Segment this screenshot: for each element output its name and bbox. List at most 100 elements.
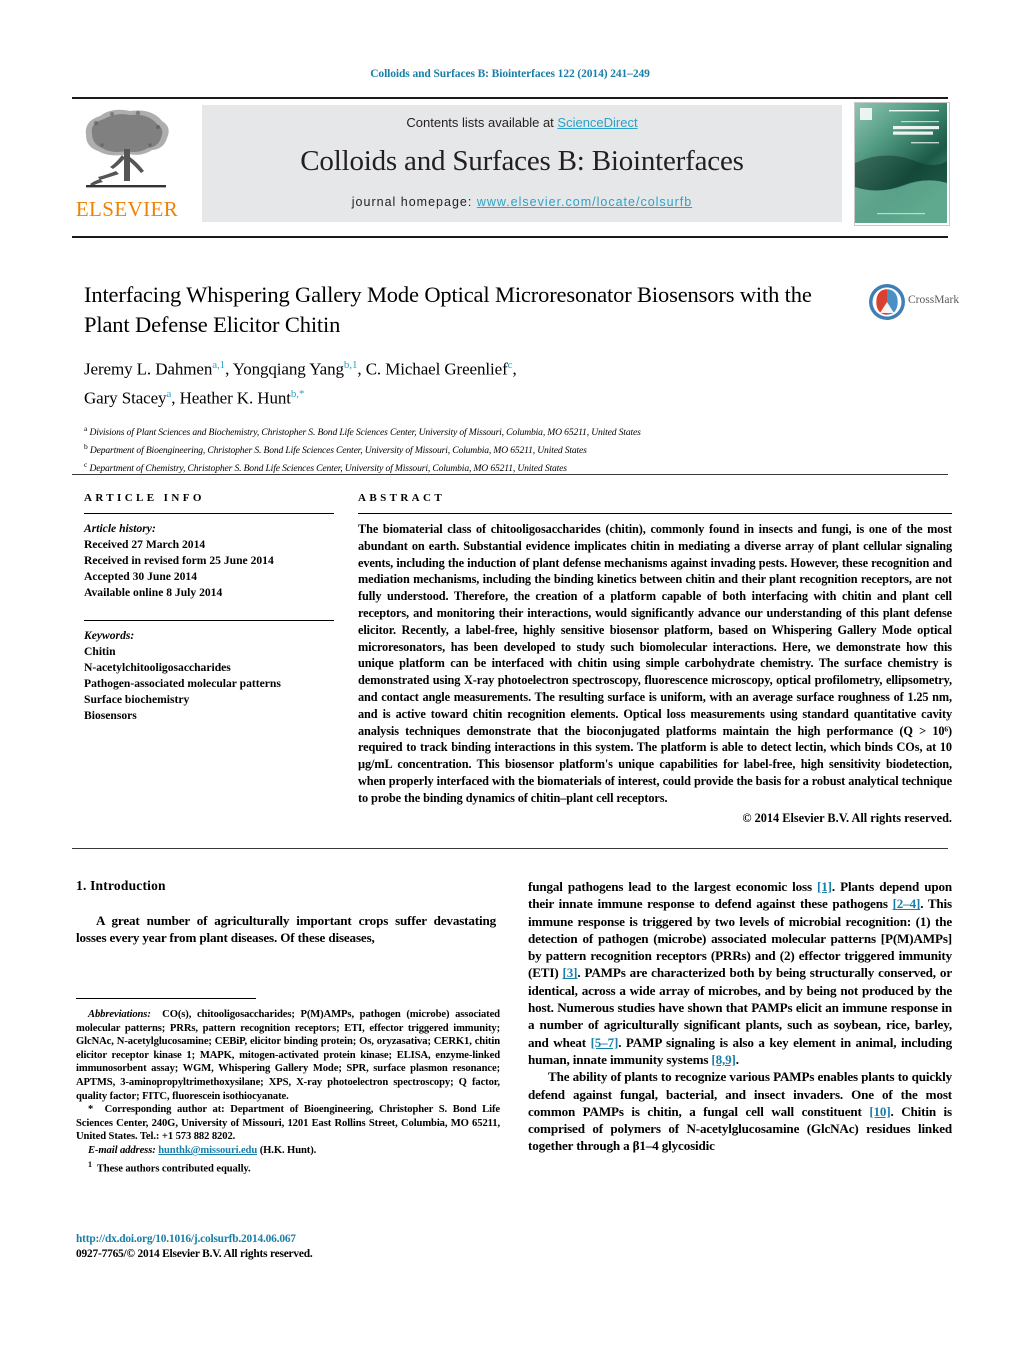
author-separator: , bbox=[171, 388, 180, 408]
affiliation-mark: c bbox=[84, 459, 88, 469]
article-history-item: Received 27 March 2014 bbox=[84, 538, 206, 551]
doi-link[interactable]: http://dx.doi.org/10.1016/j.colsurfb.201… bbox=[76, 1232, 506, 1247]
keyword-item: Biosensors bbox=[84, 709, 137, 722]
homepage-label: journal homepage: bbox=[351, 195, 477, 209]
citation-ref[interactable]: [2–4] bbox=[893, 896, 921, 911]
article-info-column: ARTICLE INFO Article history: Received 2… bbox=[84, 492, 334, 724]
author-affiliation-mark: a,1 bbox=[212, 359, 226, 371]
footnote-block: Abbreviations: CO(s), chitooligosacchari… bbox=[76, 1008, 500, 1176]
section-heading-introduction: 1. Introduction bbox=[76, 878, 166, 893]
article-info-rule bbox=[84, 513, 334, 514]
corresponding-text: Corresponding author at: Department of B… bbox=[76, 1104, 500, 1143]
journal-homepage-line: journal homepage: www.elsevier.com/locat… bbox=[202, 195, 842, 209]
keyword-item: Pathogen-associated molecular patterns bbox=[84, 677, 281, 690]
elsevier-tree-icon bbox=[85, 109, 169, 188]
intro-paragraph-right-1: fungal pathogens lead to the largest eco… bbox=[528, 878, 952, 1068]
email-attribution: (H.K. Hunt). bbox=[259, 1144, 317, 1156]
journal-masthead: ELSEVIER Contents lists available at Sci… bbox=[72, 97, 950, 226]
author-name: C. Michael Greenlief bbox=[365, 359, 508, 379]
footnote-separator-rule bbox=[76, 998, 256, 999]
author-name: Gary Stacey bbox=[84, 388, 167, 408]
email-label: E-mail address: bbox=[88, 1144, 156, 1156]
abbreviations-text: CO(s), chitooligosaccharides; P(M)AMPs, … bbox=[76, 1009, 500, 1102]
keywords-block: Keywords: Chitin N-acetylchitooligosacch… bbox=[84, 620, 334, 724]
affiliation-list: a Divisions of Plant Sciences and Bioche… bbox=[84, 422, 854, 475]
affiliation-text: Department of Chemistry, Christopher S. … bbox=[89, 462, 567, 474]
sciencedirect-link[interactable]: ScienceDirect bbox=[557, 115, 637, 130]
crossmark-badge[interactable]: CrossMark bbox=[868, 283, 960, 323]
abstract-copyright: © 2014 Elsevier B.V. All rights reserved… bbox=[742, 810, 952, 825]
keyword-item: Surface biochemistry bbox=[84, 693, 190, 706]
article-history-item: Received in revised form 25 June 2014 bbox=[84, 554, 274, 567]
abstract-bottom-rule bbox=[72, 848, 948, 849]
abstract-body: The biomaterial class of chitooligosacch… bbox=[358, 522, 952, 805]
corresponding-author-footnote: * Corresponding author at: Department of… bbox=[76, 1103, 500, 1144]
journal-title: Colloids and Surfaces B: Biointerfaces bbox=[300, 145, 744, 177]
crossmark-label: CrossMark bbox=[908, 294, 960, 306]
footer-doi-block: http://dx.doi.org/10.1016/j.colsurfb.201… bbox=[76, 1232, 506, 1262]
affiliation-text: Department of Bioengineering, Christophe… bbox=[89, 445, 587, 457]
article-history-item: Available online 8 July 2014 bbox=[84, 586, 223, 599]
email-footnote: E-mail address: hunthk@missouri.edu (H.K… bbox=[76, 1144, 500, 1158]
abstract-rule bbox=[358, 513, 952, 514]
body-column-left: 1. Introduction A great number of agricu… bbox=[76, 878, 496, 947]
cover-artwork bbox=[855, 103, 947, 223]
info-top-rule bbox=[72, 474, 948, 475]
crossmark-icon[interactable] bbox=[868, 283, 906, 321]
author-separator: , bbox=[225, 359, 233, 379]
citation-ref[interactable]: [3] bbox=[563, 965, 578, 980]
equal-contribution-text: These authors contributed equally. bbox=[96, 1163, 251, 1175]
author-name: Heather K. Hunt bbox=[179, 388, 291, 408]
elsevier-wordmark: ELSEVIER bbox=[75, 197, 179, 221]
masthead-bottom-rule bbox=[72, 236, 948, 238]
author-affiliation-mark: b,* bbox=[290, 387, 305, 400]
issn-copyright: 0927-7765/© 2014 Elsevier B.V. All right… bbox=[76, 1248, 313, 1260]
citation-ref[interactable]: [5–7] bbox=[591, 1035, 619, 1050]
journal-homepage-link[interactable]: www.elsevier.com/locate/colsurfb bbox=[477, 195, 692, 209]
keyword-item: N-acetylchitooligosaccharides bbox=[84, 661, 231, 674]
affiliation-text: Divisions of Plant Sciences and Biochemi… bbox=[89, 427, 641, 439]
journal-cover-thumbnail bbox=[854, 102, 950, 226]
affiliation-item: c Department of Chemistry, Christopher S… bbox=[84, 458, 854, 476]
article-title: Interfacing Whispering Gallery Mode Opti… bbox=[84, 282, 812, 337]
masthead-banner: Contents lists available at ScienceDirec… bbox=[202, 105, 842, 222]
article-history-item: Accepted 30 June 2014 bbox=[84, 570, 198, 583]
keyword-item: Chitin bbox=[84, 645, 116, 658]
intro-paragraph-left: A great number of agriculturally importa… bbox=[76, 913, 496, 946]
contents-lists-prefix: Contents lists available at bbox=[406, 115, 558, 130]
affiliation-mark: a bbox=[84, 424, 88, 434]
abstract-heading: ABSTRACT bbox=[358, 492, 446, 504]
author-name: Jeremy L. Dahmen bbox=[84, 359, 213, 379]
abbreviations-footnote: Abbreviations: CO(s), chitooligosacchari… bbox=[76, 1008, 500, 1103]
keywords-rule bbox=[84, 620, 334, 621]
affiliation-item: a Divisions of Plant Sciences and Bioche… bbox=[84, 422, 854, 440]
equal-contribution-footnote: 1 These authors contributed equally. bbox=[76, 1158, 500, 1176]
keywords-label: Keywords: bbox=[84, 629, 135, 642]
running-head: Colloids and Surfaces B: Biointerfaces 1… bbox=[370, 68, 650, 80]
author-separator: , bbox=[357, 359, 366, 379]
corresponding-marker: * bbox=[88, 1104, 94, 1116]
article-history-label: Article history: bbox=[84, 522, 156, 535]
elsevier-logo: ELSEVIER bbox=[72, 105, 180, 223]
intro-paragraph-right-2: The ability of plants to recognize vario… bbox=[528, 1068, 952, 1154]
citation-ref[interactable]: [10] bbox=[869, 1104, 890, 1119]
text-run: . bbox=[735, 1051, 739, 1067]
abbreviations-label: Abbreviations: bbox=[88, 1009, 151, 1020]
journal-article-page: Colloids and Surfaces B: Biointerfaces 1… bbox=[0, 0, 1020, 1351]
equal-contribution-marker: 1 bbox=[88, 1159, 92, 1169]
text-run: fungal pathogens lead to the largest eco… bbox=[528, 879, 818, 894]
email-link[interactable]: hunthk@missouri.edu bbox=[158, 1145, 257, 1156]
author-list: Jeremy L. Dahmena,1, Yongqiang Yangb,1, … bbox=[84, 353, 854, 410]
article-info-heading: ARTICLE INFO bbox=[84, 492, 205, 504]
title-block: Interfacing Whispering Gallery Mode Opti… bbox=[84, 280, 854, 475]
author-name: Yongqiang Yang bbox=[232, 359, 344, 379]
body-column-right: fungal pathogens lead to the largest eco… bbox=[528, 878, 952, 1155]
citation-ref[interactable]: [1] bbox=[817, 879, 832, 894]
author-separator: , bbox=[512, 359, 517, 379]
author-affiliation-mark: b,1 bbox=[343, 359, 358, 371]
abstract-column: ABSTRACT The biomaterial class of chitoo… bbox=[358, 492, 952, 826]
contents-lists-line: Contents lists available at ScienceDirec… bbox=[202, 115, 842, 130]
affiliation-mark: b bbox=[84, 441, 88, 451]
affiliation-item: b Department of Bioengineering, Christop… bbox=[84, 440, 854, 458]
citation-ref[interactable]: [8,9] bbox=[711, 1052, 735, 1067]
